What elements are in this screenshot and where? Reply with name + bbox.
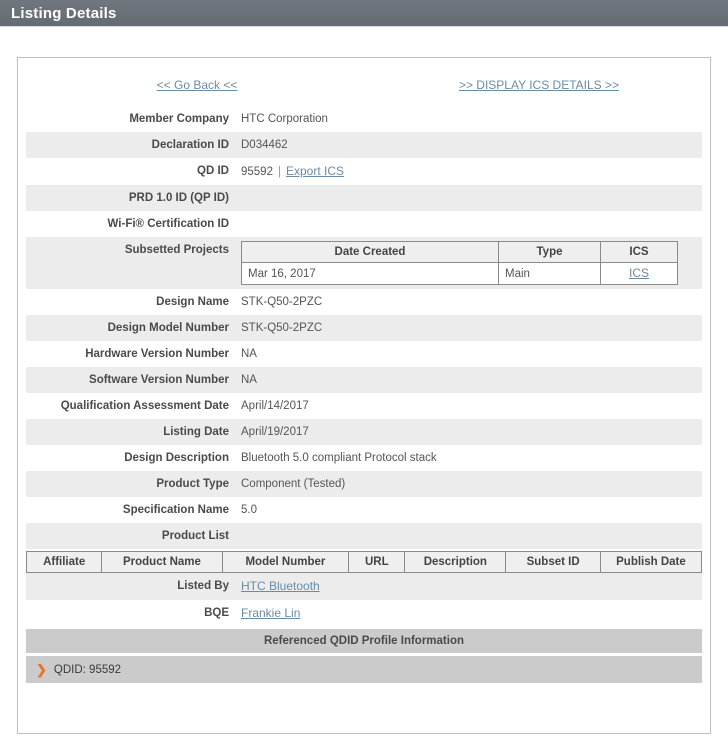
subsetted-projects-thead: Date Created Type ICS	[241, 241, 678, 263]
col-subset-id: Subset ID	[505, 551, 601, 573]
value-product-type: Component (Tested)	[241, 478, 346, 490]
row-specification-name: Specification Name 5.0	[26, 497, 702, 523]
value-listed-by: HTC Bluetooth	[236, 573, 702, 600]
col-url: URL	[348, 551, 406, 573]
row-listing-date: Listing Date April/19/2017	[26, 419, 702, 445]
label-qd-id: QD ID	[197, 165, 229, 177]
col-type: Type	[498, 241, 601, 263]
value-specification-name: 5.0	[241, 504, 257, 516]
value-listing-date: April/19/2017	[241, 426, 309, 438]
subsetted-projects-tbody: Mar 16, 2017 Main ICS	[241, 262, 678, 285]
col-date-created: Date Created	[241, 241, 499, 263]
product-list-table: Affiliate Product Name Model Number URL …	[25, 551, 703, 573]
col-affiliate: Affiliate	[25, 551, 103, 573]
row-product-list: Product List	[26, 523, 702, 549]
listed-by-link[interactable]: HTC Bluetooth	[241, 579, 320, 593]
product-list-thead: Affiliate Product Name Model Number URL …	[25, 551, 703, 573]
value-design-name: STK-Q50-2PZC	[241, 296, 323, 308]
top-nav-links: << Go Back << >> DISPLAY ICS DETAILS >>	[22, 58, 706, 106]
value-subsetted-projects: Date Created Type ICS Mar 16, 2017 Main …	[236, 237, 702, 289]
row-member-company: Member Company HTC Corporation	[26, 106, 702, 132]
go-back-slot: << Go Back <<	[22, 78, 372, 92]
qdid-expander-row[interactable]: ❯ QDID: 95592	[26, 656, 702, 683]
value-qd-id-container: 95592 | Export ICS	[236, 158, 702, 185]
row-bqe: BQE Frankie Lin	[26, 600, 702, 627]
label-wifi-certification-id: Wi-Fi® Certification ID	[107, 218, 229, 230]
value-product-list	[236, 523, 702, 535]
referenced-qdid-section-title: Referenced QDID Profile Information	[26, 629, 702, 653]
label-bqe: BQE	[204, 607, 229, 619]
row-prd-id: PRD 1.0 ID (QP ID)	[26, 185, 702, 211]
row-design-description: Design Description Bluetooth 5.0 complia…	[26, 445, 702, 471]
col-description: Description	[404, 551, 507, 573]
panel-wrapper: << Go Back << >> DISPLAY ICS DETAILS >> …	[0, 27, 728, 734]
value-design-description: Bluetooth 5.0 compliant Protocol stack	[241, 452, 437, 464]
value-wifi-certification-id	[236, 211, 702, 223]
col-publish-date: Publish Date	[599, 551, 703, 573]
label-listing-date: Listing Date	[163, 426, 229, 438]
row-qd-id: QD ID 95592 | Export ICS	[26, 158, 702, 185]
value-prd-id	[236, 185, 702, 197]
row-declaration-id: Declaration ID D034462	[26, 132, 702, 158]
label-subsetted-projects: Subsetted Projects	[124, 244, 229, 256]
col-product-name: Product Name	[101, 551, 223, 573]
subsetted-projects-header-row: Date Created Type ICS	[241, 241, 678, 263]
row-listed-by: Listed By HTC Bluetooth	[26, 573, 702, 600]
col-model-number: Model Number	[221, 551, 350, 573]
label-design-model-number: Design Model Number	[107, 322, 229, 334]
label-specification-name: Specification Name	[122, 504, 229, 516]
cell-date-created: Mar 16, 2017	[241, 262, 499, 285]
col-ics: ICS	[600, 241, 678, 263]
label-product-type: Product Type	[156, 478, 229, 490]
label-member-company: Member Company	[129, 113, 229, 125]
value-design-model-number: STK-Q50-2PZC	[241, 322, 323, 334]
label-declaration-id: Declaration ID	[151, 139, 229, 151]
subsetted-projects-table: Date Created Type ICS Mar 16, 2017 Main …	[241, 241, 678, 285]
product-list-table-wrapper: Affiliate Product Name Model Number URL …	[22, 549, 706, 573]
detail-rows-lower: Listed By HTC Bluetooth BQE Frankie Lin	[22, 573, 706, 627]
display-ics-details-slot: >> DISPLAY ICS DETAILS >>	[372, 78, 706, 92]
qd-id-separator: |	[277, 166, 281, 178]
row-subsetted-projects: Subsetted Projects Date Created Type ICS	[26, 237, 702, 289]
row-software-version-number: Software Version Number NA	[26, 367, 702, 393]
value-member-company: HTC Corporation	[241, 113, 328, 125]
export-ics-link[interactable]: Export ICS	[286, 164, 344, 178]
ics-link[interactable]: ICS	[629, 266, 649, 280]
value-hardware-version-number: NA	[241, 348, 257, 360]
label-qualification-assessment-date: Qualification Assessment Date	[60, 400, 229, 412]
row-qualification-assessment-date: Qualification Assessment Date April/14/2…	[26, 393, 702, 419]
value-qd-id: 95592	[241, 166, 273, 178]
row-design-model-number: Design Model Number STK-Q50-2PZC	[26, 315, 702, 341]
value-bqe: Frankie Lin	[236, 600, 702, 627]
value-qualification-assessment-date: April/14/2017	[241, 400, 309, 412]
label-product-list: Product List	[161, 530, 229, 542]
row-wifi-certification-id: Wi-Fi® Certification ID	[26, 211, 702, 237]
page-header: Listing Details	[0, 0, 728, 27]
display-ics-details-link[interactable]: >> DISPLAY ICS DETAILS >>	[459, 78, 619, 92]
row-product-type: Product Type Component (Tested)	[26, 471, 702, 497]
table-row: Mar 16, 2017 Main ICS	[241, 262, 678, 285]
label-hardware-version-number: Hardware Version Number	[85, 348, 229, 360]
go-back-link[interactable]: << Go Back <<	[157, 78, 238, 92]
listing-details-panel: << Go Back << >> DISPLAY ICS DETAILS >> …	[17, 57, 711, 734]
qdid-entry-label: QDID: 95592	[53, 663, 122, 676]
label-listed-by: Listed By	[177, 580, 229, 592]
row-hardware-version-number: Hardware Version Number NA	[26, 341, 702, 367]
label-software-version-number: Software Version Number	[89, 374, 229, 386]
label-design-description: Design Description	[124, 452, 229, 464]
cell-type: Main	[498, 262, 601, 285]
chevron-right-icon: ❯	[36, 662, 47, 677]
row-design-name: Design Name STK-Q50-2PZC	[26, 289, 702, 315]
value-declaration-id: D034462	[241, 139, 288, 151]
page-title: Listing Details	[11, 4, 117, 22]
detail-rows: Member Company HTC Corporation Declarati…	[22, 106, 706, 549]
cell-ics: ICS	[600, 262, 678, 285]
label-prd-id: PRD 1.0 ID (QP ID)	[128, 192, 229, 204]
bqe-link[interactable]: Frankie Lin	[241, 606, 300, 620]
value-software-version-number: NA	[241, 374, 257, 386]
label-design-name: Design Name	[156, 296, 229, 308]
product-list-header-row: Affiliate Product Name Model Number URL …	[25, 551, 703, 573]
